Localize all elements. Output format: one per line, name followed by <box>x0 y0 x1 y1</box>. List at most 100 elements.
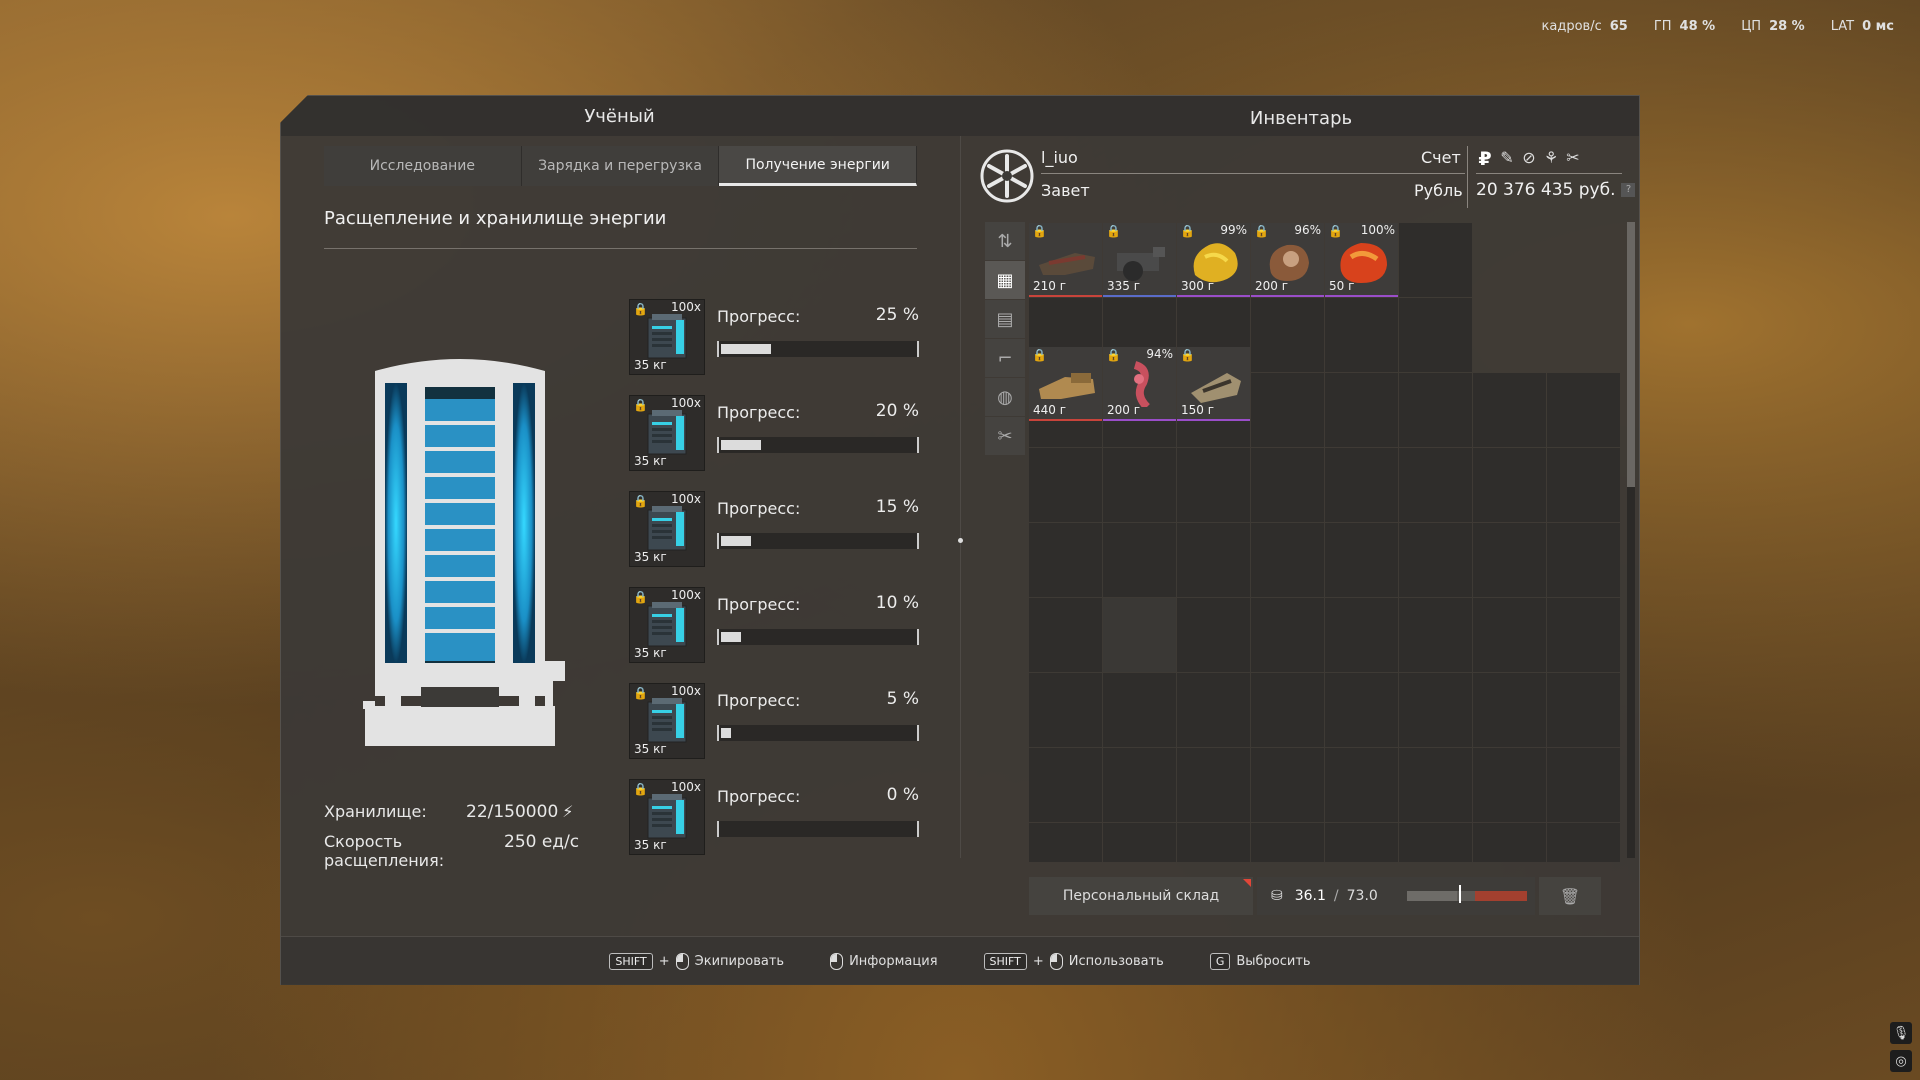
inventory-cell[interactable] <box>1399 223 1472 297</box>
tab-research[interactable]: Исследование <box>324 146 522 186</box>
energy-slot-row: 🔒 100x 35 кг Прогресс: 20 % <box>629 395 919 491</box>
inventory-cell[interactable] <box>1251 523 1324 597</box>
inventory-cell[interactable] <box>1325 673 1398 747</box>
inventory-item[interactable]: 🔒 100% 50 г <box>1325 223 1398 297</box>
inventory-cell[interactable] <box>1325 298 1398 372</box>
inventory-cell[interactable] <box>1103 448 1176 522</box>
divider-handle[interactable] <box>958 538 963 543</box>
grid-all-icon[interactable]: ▦ <box>985 261 1025 299</box>
inventory-cell[interactable] <box>1473 748 1546 822</box>
inventory-item[interactable]: 🔒 335 г <box>1103 223 1176 297</box>
inventory-cell[interactable] <box>1325 748 1398 822</box>
inventory-cell[interactable] <box>1103 523 1176 597</box>
inventory-cell[interactable] <box>1103 823 1176 862</box>
inventory-cell[interactable] <box>1251 298 1324 372</box>
inventory-cell[interactable] <box>1177 748 1250 822</box>
inventory-cell[interactable] <box>1251 448 1324 522</box>
inventory-cell[interactable] <box>1547 598 1620 672</box>
inventory-cell[interactable] <box>1325 448 1398 522</box>
inventory-cell[interactable] <box>1177 448 1250 522</box>
item-weight: 440 г <box>1033 402 1067 417</box>
inventory-item[interactable]: 🔒 96% 200 г <box>1251 223 1324 297</box>
item-weight: 210 г <box>1033 279 1067 293</box>
inventory-cell[interactable] <box>1029 448 1102 522</box>
inventory-cell[interactable] <box>1325 523 1398 597</box>
inventory-cell[interactable] <box>1399 598 1472 672</box>
battery-slot[interactable]: 🔒 100x 35 кг <box>629 683 705 759</box>
inventory-cell[interactable] <box>1547 823 1620 862</box>
inventory-cell[interactable] <box>1547 373 1620 447</box>
tab-charging[interactable]: Зарядка и перегрузка <box>521 146 720 186</box>
inventory-cell[interactable] <box>1251 598 1324 672</box>
inventory-cell[interactable] <box>1325 823 1398 862</box>
inventory-item[interactable]: 🔒 94% 200 г <box>1103 346 1176 421</box>
scientist-inventory-panel: Учёный Инвентарь Исследование Зарядка и … <box>280 95 1640 985</box>
lock-icon: 🔒 <box>633 686 648 700</box>
tab-energy[interactable]: Получение энергии <box>719 146 918 186</box>
inventory-cell[interactable] <box>1029 673 1102 747</box>
inventory-cell[interactable] <box>1103 748 1176 822</box>
inventory-cell[interactable] <box>1029 523 1102 597</box>
trash-button[interactable]: 🗑 <box>1539 877 1601 915</box>
inventory-cell[interactable] <box>1547 748 1620 822</box>
microphone-icon[interactable]: 🎙 <box>1890 1022 1912 1044</box>
inventory-item[interactable]: 🔒 150 г <box>1177 346 1250 421</box>
inventory-cell[interactable] <box>1473 823 1546 862</box>
item-weight: 335 г <box>1107 279 1141 293</box>
battery-slot[interactable]: 🔒 100x 35 кг <box>629 779 705 855</box>
inventory-cell[interactable] <box>1029 823 1102 862</box>
inventory-cell[interactable] <box>1177 823 1250 862</box>
inventory-cell[interactable] <box>1399 298 1472 372</box>
token-icon[interactable]: ⚘ <box>1542 148 1560 170</box>
inventory-cell[interactable] <box>1473 673 1546 747</box>
inventory-cell[interactable] <box>1473 523 1546 597</box>
inventory-item[interactable]: 🔒 99% 300 г <box>1177 223 1250 297</box>
help-icon[interactable]: ? <box>1621 183 1636 197</box>
artifact-icon[interactable]: ◍ <box>985 378 1025 416</box>
inventory-cell[interactable] <box>1251 823 1324 862</box>
inventory-cell[interactable] <box>1177 523 1250 597</box>
sort-icon[interactable]: ⇅ <box>985 222 1025 260</box>
inventory-cell[interactable] <box>1251 373 1324 447</box>
inventory-cell[interactable] <box>1399 673 1472 747</box>
inventory-cell[interactable] <box>1029 748 1102 822</box>
settings-circle-icon[interactable]: ◎ <box>1890 1050 1912 1072</box>
inventory-cell[interactable] <box>1399 373 1472 447</box>
inventory-cell[interactable] <box>1547 673 1620 747</box>
inventory-cell[interactable] <box>1103 598 1176 672</box>
inventory-cell[interactable] <box>1325 373 1398 447</box>
battery-slot[interactable]: 🔒 100x 35 кг <box>629 587 705 663</box>
inventory-cell[interactable] <box>1177 673 1250 747</box>
inventory-cell[interactable] <box>1547 523 1620 597</box>
inventory-cell[interactable] <box>1399 823 1472 862</box>
ruble-icon[interactable]: ₽ <box>1476 148 1494 170</box>
tools-icon[interactable]: ✂ <box>985 417 1025 455</box>
inventory-cell[interactable] <box>1473 598 1546 672</box>
scrollbar-thumb[interactable] <box>1627 222 1635 487</box>
inventory-cell[interactable] <box>1399 448 1472 522</box>
weapon-icon[interactable]: ⌐ <box>985 339 1025 377</box>
inventory-cell[interactable] <box>1325 598 1398 672</box>
inventory-cell[interactable] <box>1473 448 1546 522</box>
inventory-cell[interactable] <box>1547 448 1620 522</box>
coin-icon[interactable]: ⊘ <box>1520 148 1538 170</box>
armor-icon[interactable]: ▤ <box>985 300 1025 338</box>
inventory-item[interactable]: 🔒 210 г <box>1029 223 1102 297</box>
battery-slot[interactable]: 🔒 100x 35 кг <box>629 395 705 471</box>
inventory-cell[interactable] <box>1399 523 1472 597</box>
personal-storage-button[interactable]: Персональный склад <box>1029 877 1253 915</box>
inventory-cell[interactable] <box>1177 598 1250 672</box>
ticket-icon[interactable]: ✂ <box>1564 148 1582 170</box>
feather-currency-icon[interactable]: ✎ <box>1498 148 1516 170</box>
inventory-cell[interactable] <box>1029 598 1102 672</box>
inventory-scrollbar[interactable] <box>1627 222 1635 858</box>
inventory-cell[interactable] <box>1399 748 1472 822</box>
inventory-cell[interactable] <box>1251 673 1324 747</box>
inventory-cell[interactable] <box>1251 748 1324 822</box>
battery-slot[interactable]: 🔒 100x 35 кг <box>629 491 705 567</box>
inventory-cell[interactable] <box>1473 373 1546 447</box>
battery-slot[interactable]: 🔒 100x 35 кг <box>629 299 705 375</box>
inventory-cell[interactable] <box>1103 673 1176 747</box>
inventory-item[interactable]: 🔒 440 г <box>1029 346 1102 421</box>
progress-percent: 0 % <box>886 785 919 805</box>
